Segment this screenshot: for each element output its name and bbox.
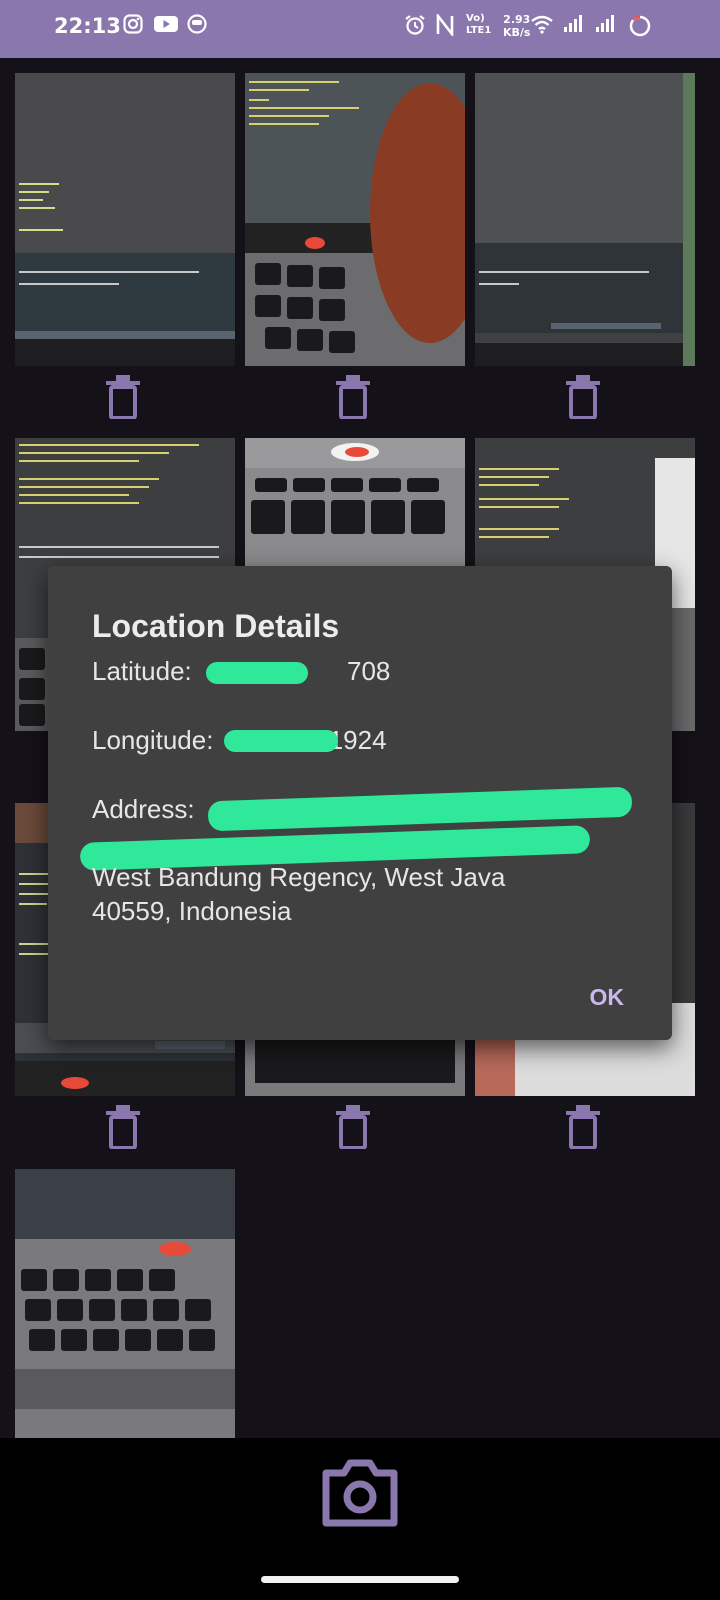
photo-thumbnail[interactable] bbox=[15, 1169, 235, 1462]
signal-icon-sim2 bbox=[596, 15, 614, 32]
trash-icon[interactable] bbox=[336, 375, 370, 419]
status-time: 22:13 bbox=[54, 14, 121, 38]
instagram-icon bbox=[123, 14, 143, 34]
signal-icon bbox=[564, 15, 582, 32]
address-label: Address: bbox=[92, 794, 195, 824]
app-notification-icon bbox=[187, 14, 207, 34]
volte-bottom: LTE1 bbox=[466, 25, 492, 36]
location-details-dialog: Location Details Latitude: 708 Longitude… bbox=[48, 566, 672, 1040]
battery-icon bbox=[629, 15, 651, 37]
home-gesture-bar[interactable] bbox=[261, 1576, 459, 1583]
address-line-3: West Bandung Regency, West Java bbox=[92, 862, 506, 892]
photo-thumbnail[interactable] bbox=[15, 73, 235, 366]
trash-icon[interactable] bbox=[106, 375, 140, 419]
network-speed-value: 2.93 bbox=[503, 13, 531, 26]
redaction-mark bbox=[207, 786, 633, 832]
nfc-icon bbox=[436, 14, 454, 36]
latitude-label: Latitude: bbox=[92, 656, 192, 686]
network-speed: 2.93 KB/s bbox=[503, 13, 530, 39]
redaction-mark bbox=[224, 730, 338, 752]
trash-icon[interactable] bbox=[566, 1105, 600, 1149]
photo-thumbnail[interactable] bbox=[245, 73, 465, 366]
ok-button[interactable]: OK bbox=[590, 984, 625, 1011]
volte-top: Vo) bbox=[466, 13, 485, 24]
dialog-title: Location Details bbox=[92, 608, 340, 644]
address-label-row: Address: bbox=[92, 792, 195, 826]
address-line-4: 40559, Indonesia bbox=[92, 896, 292, 926]
youtube-icon bbox=[154, 16, 178, 32]
trash-icon[interactable] bbox=[106, 1105, 140, 1149]
photo-thumbnail[interactable] bbox=[475, 73, 695, 366]
alarm-icon bbox=[405, 15, 425, 35]
longitude-label: Longitude: bbox=[92, 725, 214, 755]
redaction-mark bbox=[206, 662, 308, 684]
trash-icon[interactable] bbox=[566, 375, 600, 419]
trash-icon[interactable] bbox=[336, 1105, 370, 1149]
status-bar: 22:13 Vo) LTE1 2.93 KB/s bbox=[0, 0, 720, 58]
camera-icon[interactable] bbox=[322, 1457, 398, 1527]
latitude-value-suffix: 708 bbox=[346, 656, 391, 686]
wifi-icon bbox=[531, 15, 553, 34]
network-speed-unit: KB/s bbox=[503, 26, 531, 39]
volte-indicator: Vo) LTE1 bbox=[466, 13, 491, 37]
